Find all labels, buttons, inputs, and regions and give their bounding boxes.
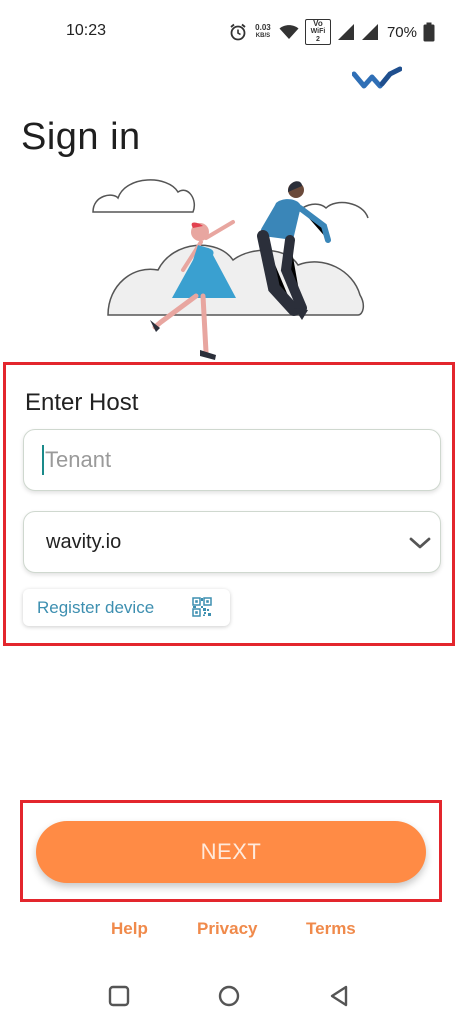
next-button[interactable]: NEXT bbox=[36, 821, 426, 883]
sign-in-illustration bbox=[92, 179, 369, 360]
net-speed-value: 0.03 bbox=[255, 23, 271, 32]
status-bar: 10:23 0.03 KB/S Vo WiFi 2 70% bbox=[0, 0, 461, 62]
domain-value: wavity.io bbox=[46, 530, 122, 553]
navigation-bar bbox=[0, 970, 461, 1024]
next-label: NEXT bbox=[200, 839, 262, 864]
alarm-icon bbox=[230, 23, 246, 41]
back-icon[interactable] bbox=[327, 984, 351, 1008]
text-caret bbox=[42, 445, 44, 475]
host-section: Enter Host wavity.io Register device bbox=[3, 362, 455, 646]
register-device-label: Register device bbox=[37, 597, 155, 617]
help-link[interactable]: Help bbox=[111, 919, 148, 939]
host-heading: Enter Host bbox=[25, 389, 139, 416]
status-time: 10:23 bbox=[66, 22, 107, 39]
domain-select[interactable]: wavity.io bbox=[23, 511, 441, 573]
tenant-input[interactable] bbox=[45, 447, 405, 473]
battery-icon bbox=[423, 22, 435, 42]
wavity-logo bbox=[352, 66, 402, 89]
vowifi-badge: Vo WiFi 2 bbox=[304, 19, 331, 45]
next-section: NEXT bbox=[20, 800, 442, 902]
chevron-down-icon[interactable] bbox=[408, 531, 432, 555]
battery-percent: 70% bbox=[386, 23, 417, 41]
signal-icon bbox=[337, 24, 354, 40]
cloud-left bbox=[92, 179, 195, 213]
status-icons: 0.03 KB/S Vo WiFi 2 70% bbox=[229, 19, 435, 45]
qr-code-icon bbox=[192, 597, 212, 617]
cloud-big bbox=[107, 244, 365, 316]
vowifi-label-bottom: WiFi 2 bbox=[310, 28, 326, 43]
net-speed: 0.03 KB/S bbox=[253, 24, 273, 40]
home-icon[interactable] bbox=[217, 984, 241, 1008]
signal-icon bbox=[361, 24, 378, 40]
page-title: Sign in bbox=[21, 116, 141, 158]
recent-apps-icon[interactable] bbox=[107, 984, 131, 1008]
register-device-button[interactable]: Register device bbox=[23, 589, 230, 626]
privacy-link[interactable]: Privacy bbox=[197, 919, 258, 939]
wifi-icon bbox=[279, 25, 299, 39]
footer-links: Help Privacy Terms bbox=[0, 919, 461, 943]
tenant-field[interactable] bbox=[23, 429, 441, 491]
vowifi-label-top: Vo bbox=[313, 19, 323, 28]
terms-link[interactable]: Terms bbox=[306, 919, 356, 939]
net-speed-unit: KB/S bbox=[255, 33, 271, 39]
